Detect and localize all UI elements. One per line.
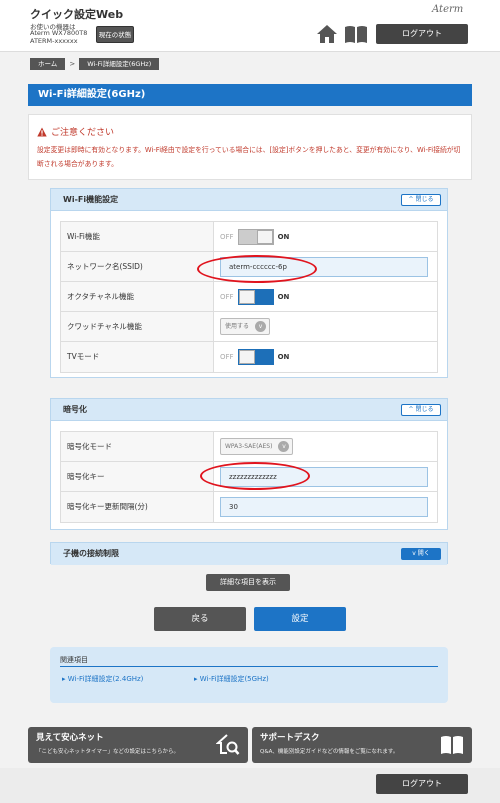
switch-track bbox=[237, 289, 274, 305]
switch-knob bbox=[238, 290, 255, 304]
banner-title: サポートデスク bbox=[260, 733, 320, 743]
tv-mode-switch[interactable]: OFF ON bbox=[220, 349, 289, 365]
encryption-mode-label: 暗号化モード bbox=[61, 432, 214, 461]
row-quad-channel: クワッドチャネル機能 使用する v bbox=[61, 312, 437, 342]
quad-channel-select[interactable]: 使用する v bbox=[220, 318, 271, 335]
switch-on-label: ON bbox=[277, 353, 290, 361]
breadcrumb-separator: > bbox=[69, 60, 76, 68]
quad-channel-label: クワッドチャネル機能 bbox=[61, 312, 214, 341]
client-limit-expand-button[interactable]: v 開く bbox=[401, 548, 441, 560]
collapse-label: 閉じる bbox=[415, 406, 434, 413]
breadcrumb-home[interactable]: ホーム bbox=[30, 58, 66, 70]
brand-logo: Aterm bbox=[432, 4, 464, 15]
caution-notice: ご注意ください 設定変更は即時に有効となります。Wi-Fi経由で設定を行っている… bbox=[28, 114, 472, 180]
breadcrumb: ホーム > Wi-Fi詳細設定(6GHz) bbox=[30, 58, 160, 70]
select-value: WPA3-SAE(AES) bbox=[225, 443, 273, 450]
mieru-anshin-banner[interactable]: 見えて安心ネット 「こども安心ネットタイマー」などの設定はこちらから。 bbox=[28, 727, 248, 763]
select-value: 使用する bbox=[225, 323, 250, 330]
expand-label: 開く bbox=[417, 550, 430, 557]
row-octa-channel: オクタチャネル機能 OFF ON bbox=[61, 282, 437, 312]
wifi-settings-section: Wi-Fi機能設定 ^ 閉じる Wi-Fi機能 OFF ON ネットワーク名(S… bbox=[50, 188, 448, 378]
device-model: Aterm WX7800T8 bbox=[30, 29, 88, 37]
wifi-settings-collapse-button[interactable]: ^ 閉じる bbox=[401, 194, 441, 206]
banner-desc: Q&A、機能別設定ガイドなどの情報をご覧になれます。 bbox=[260, 749, 399, 755]
switch-track bbox=[237, 349, 274, 365]
client-limit-header: 子機の接続制限 v 開く bbox=[51, 543, 447, 565]
related-divider bbox=[60, 666, 438, 667]
switch-on-label: ON bbox=[277, 293, 290, 301]
related-link-5g[interactable]: ▸ Wi-Fi詳細設定(5GHz) bbox=[194, 674, 269, 684]
caution-title-wrap: ご注意ください bbox=[37, 125, 114, 138]
support-desk-banner[interactable]: サポートデスク Q&A、機能別設定ガイドなどの情報をご覧になれます。 bbox=[252, 727, 472, 763]
encryption-mode-select[interactable]: WPA3-SAE(AES) v bbox=[220, 438, 294, 455]
switch-off-label: OFF bbox=[220, 233, 234, 241]
chevron-up-icon: ^ bbox=[408, 196, 414, 203]
tv-mode-label: TVモード bbox=[61, 342, 214, 372]
logout-button-bottom[interactable]: ログアウト bbox=[376, 774, 468, 794]
manual-book-icon[interactable] bbox=[344, 24, 368, 44]
caution-title: ご注意ください bbox=[51, 128, 115, 138]
octa-channel-switch[interactable]: OFF ON bbox=[220, 289, 289, 305]
home-icon[interactable] bbox=[316, 24, 338, 44]
row-wifi-function: Wi-Fi機能 OFF ON bbox=[61, 222, 437, 252]
chevron-down-icon: v bbox=[278, 441, 290, 452]
encryption-header: 暗号化 ^ 閉じる bbox=[51, 399, 447, 421]
switch-track bbox=[237, 229, 274, 245]
row-key-interval: 暗号化キー更新間隔(分) 30 bbox=[61, 492, 437, 522]
warning-icon bbox=[37, 127, 47, 136]
caution-body: 設定変更は即時に有効となります。Wi-Fi経由で設定を行っている場合には、[設定… bbox=[37, 146, 461, 168]
row-tv-mode: TVモード OFF ON bbox=[61, 342, 437, 372]
related-title: 関連項目 bbox=[60, 656, 88, 664]
link-text: Wi-Fi詳細設定(2.4GHz) bbox=[67, 675, 144, 683]
wifi-function-switch[interactable]: OFF ON bbox=[220, 229, 289, 245]
set-button[interactable]: 設定 bbox=[254, 607, 346, 631]
house-search-icon bbox=[216, 734, 240, 755]
show-details-button[interactable]: 詳細な項目を表示 bbox=[206, 574, 290, 591]
key-interval-input[interactable]: 30 bbox=[220, 497, 428, 517]
wifi-settings-table: Wi-Fi機能 OFF ON ネットワーク名(SSID) aterm-ccccc… bbox=[60, 221, 438, 373]
collapse-label: 閉じる bbox=[415, 196, 434, 203]
encryption-collapse-button[interactable]: ^ 閉じる bbox=[401, 404, 441, 416]
switch-off-label: OFF bbox=[220, 353, 234, 361]
book-icon bbox=[441, 736, 463, 754]
page-title: Wi-Fi詳細設定(6GHz) bbox=[28, 84, 472, 106]
ssid-label: ネットワーク名(SSID) bbox=[61, 252, 214, 281]
header: クイック設定Web お使いの機器は Aterm WX7800T8 ATERM-x… bbox=[0, 0, 500, 52]
client-limit-title: 子機の接続制限 bbox=[63, 549, 119, 558]
wifi-settings-header: Wi-Fi機能設定 ^ 閉じる bbox=[51, 189, 447, 211]
app-title: クイック設定Web bbox=[30, 8, 124, 21]
device-id: ATERM-xxxxxx bbox=[30, 37, 78, 45]
link-text: Wi-Fi詳細設定(5GHz) bbox=[199, 675, 269, 683]
banner-desc: 「こども安心ネットタイマー」などの設定はこちらから。 bbox=[36, 749, 180, 755]
encryption-key-label: 暗号化キー bbox=[61, 462, 214, 491]
banner-title: 見えて安心ネット bbox=[36, 733, 104, 743]
related-links: 関連項目 ▸ Wi-Fi詳細設定(2.4GHz) ▸ Wi-Fi詳細設定(5GH… bbox=[50, 647, 448, 703]
chevron-up-icon: ^ bbox=[408, 406, 414, 413]
encryption-title: 暗号化 bbox=[63, 405, 87, 414]
key-highlight-oval bbox=[200, 462, 310, 490]
wifi-function-label: Wi-Fi機能 bbox=[61, 222, 214, 251]
switch-off-label: OFF bbox=[220, 293, 234, 301]
wifi-settings-title: Wi-Fi機能設定 bbox=[63, 195, 119, 204]
chevron-down-icon: v bbox=[412, 550, 416, 557]
logout-button-top[interactable]: ログアウト bbox=[376, 24, 468, 44]
chevron-down-icon: v bbox=[255, 321, 267, 332]
client-limit-section: 子機の接続制限 v 開く bbox=[50, 542, 448, 565]
back-button[interactable]: 戻る bbox=[154, 607, 246, 631]
row-encryption-mode: 暗号化モード WPA3-SAE(AES) v bbox=[61, 432, 437, 462]
switch-knob bbox=[256, 230, 273, 244]
breadcrumb-current: Wi-Fi詳細設定(6GHz) bbox=[79, 58, 160, 70]
switch-knob bbox=[238, 350, 255, 364]
current-status-button[interactable]: 現在の状態 bbox=[96, 26, 134, 43]
ssid-highlight-oval bbox=[197, 255, 317, 283]
switch-on-label: ON bbox=[277, 233, 290, 241]
octa-channel-label: オクタチャネル機能 bbox=[61, 282, 214, 311]
related-link-2g[interactable]: ▸ Wi-Fi詳細設定(2.4GHz) bbox=[62, 674, 143, 684]
key-interval-label: 暗号化キー更新間隔(分) bbox=[61, 492, 214, 522]
